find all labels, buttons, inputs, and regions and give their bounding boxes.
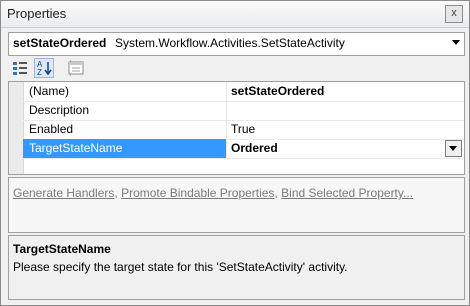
properties-window: Properties x setStateOrdered System.Work… — [0, 0, 470, 306]
commands-line: Generate Handlers, Promote Bindable Prop… — [13, 186, 413, 200]
object-selector-dropdown[interactable]: setStateOrdered System.Workflow.Activiti… — [8, 32, 465, 56]
property-name: Enabled — [29, 122, 74, 136]
chevron-down-icon — [449, 146, 457, 151]
promote-bindable-properties-link[interactable]: Promote Bindable Properties — [121, 186, 274, 200]
property-pages-button[interactable] — [66, 58, 86, 78]
property-value[interactable]: True — [231, 122, 255, 136]
property-name: Description — [29, 103, 90, 117]
svg-text:Z: Z — [37, 68, 42, 77]
property-row-description[interactable]: Description — [23, 101, 464, 121]
commands-pane: Generate Handlers, Promote Bindable Prop… — [8, 177, 465, 233]
column-divider — [226, 120, 227, 139]
bind-selected-property-link[interactable]: Bind Selected Property... — [281, 186, 413, 200]
title-bar: Properties x — [1, 1, 469, 28]
properties-toolbar: A Z — [8, 57, 463, 79]
categorized-icon — [13, 62, 27, 75]
categorized-button[interactable] — [10, 58, 30, 78]
alphabetical-icon: A Z — [37, 60, 52, 77]
description-pane: TargetStateName Please specify the targe… — [8, 235, 465, 300]
selected-object-name: setStateOrdered — [13, 36, 107, 50]
property-row-name[interactable]: (Name) setStateOrdered — [23, 82, 464, 102]
generate-handlers-link[interactable]: Generate Handlers — [13, 186, 114, 200]
alphabetical-button[interactable]: A Z — [34, 58, 54, 78]
property-grid: (Name) setStateOrdered Description Enabl… — [8, 81, 465, 175]
close-button[interactable]: x — [445, 5, 463, 23]
description-text: Please specify the target state for this… — [13, 260, 348, 274]
column-divider — [226, 101, 227, 120]
description-title: TargetStateName — [13, 242, 111, 256]
property-value[interactable]: Ordered — [231, 141, 278, 155]
property-name: (Name) — [29, 84, 70, 98]
property-pages-icon — [68, 61, 84, 75]
column-divider — [226, 139, 227, 158]
property-row-targetstatename[interactable]: TargetStateName Ordered — [23, 139, 464, 159]
property-value[interactable]: setStateOrdered — [231, 84, 324, 98]
value-dropdown-button[interactable] — [445, 140, 462, 157]
window-title: Properties — [7, 6, 67, 21]
grid-gutter — [9, 82, 24, 174]
selected-object-type: System.Workflow.Activities.SetStateActiv… — [115, 36, 345, 50]
column-divider — [226, 82, 227, 101]
chevron-down-icon — [452, 40, 460, 45]
property-name: TargetStateName — [29, 141, 123, 155]
property-row-enabled[interactable]: Enabled True — [23, 120, 464, 140]
